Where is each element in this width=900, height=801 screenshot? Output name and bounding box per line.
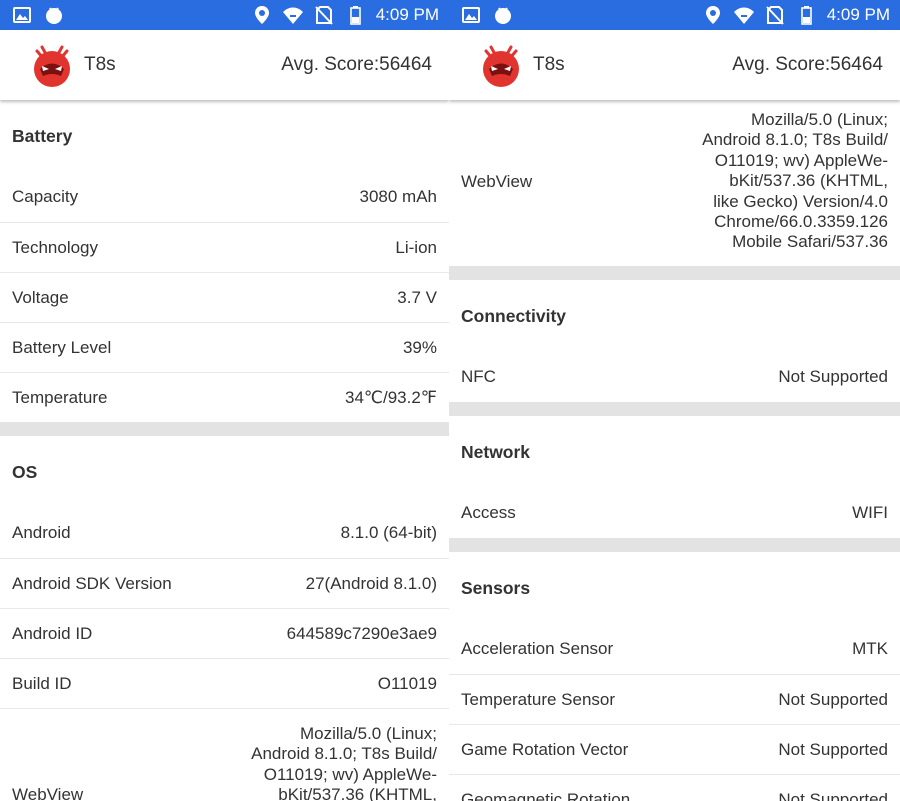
row-label: Android bbox=[12, 523, 71, 542]
list-item: Temperature 34℃/93.2℉ bbox=[0, 372, 449, 422]
wifi-icon bbox=[733, 7, 754, 24]
row-value: WIFI bbox=[852, 503, 888, 522]
row-label: Battery Level bbox=[12, 337, 112, 357]
row-value: 39% bbox=[402, 337, 437, 357]
row-label: Game Rotation Vector bbox=[461, 739, 629, 759]
row-label: WebView bbox=[461, 172, 533, 191]
section-divider bbox=[0, 422, 449, 436]
list-item: NFC Not Supported bbox=[449, 352, 900, 402]
list-item: Voltage 3.7 V bbox=[0, 272, 449, 322]
row-label: Temperature Sensor bbox=[461, 689, 616, 709]
row-value: 27(Android 8.1.0) bbox=[305, 573, 437, 593]
row-label: Build ID bbox=[12, 673, 72, 693]
row-value: Not Supported bbox=[778, 367, 888, 386]
section-title-battery: Battery bbox=[12, 126, 73, 146]
antutu-notification-icon bbox=[46, 7, 62, 24]
webview-line: Mozilla/5.0 (Linux; bbox=[299, 724, 437, 743]
section-divider bbox=[449, 538, 900, 552]
webview-line: Android 8.1.0; T8s Build/ bbox=[251, 744, 437, 764]
left-content: Battery Capacity 3080 mAh Technology Li-io… bbox=[0, 100, 449, 801]
right-content: WebView Mozilla/5.0 (Linux; Android 8.1.… bbox=[449, 100, 900, 801]
no-sim-icon bbox=[314, 6, 333, 25]
webview-line: like Gecko) Version/4.0 bbox=[713, 191, 888, 211]
row-value: 8.1.0 (64-bit) bbox=[340, 523, 437, 542]
list-item: Capacity 3080 mAh bbox=[0, 172, 449, 222]
list-item: Acceleration Sensor MTK bbox=[449, 624, 900, 674]
list-item: Battery Level 39% bbox=[0, 322, 449, 372]
list-item: Geomagnetic Rotation Not Supported bbox=[449, 774, 900, 801]
right-screen: 4:09 PM T8s Avg. Score:56464 WebView Moz… bbox=[449, 0, 900, 801]
app-bar: T8s Avg. Score:56464 bbox=[0, 30, 449, 100]
webview-line: Mobile Safari/537.36 bbox=[732, 232, 888, 252]
section-title-os: OS bbox=[12, 462, 38, 482]
row-label: NFC bbox=[461, 367, 496, 386]
status-bar: 4:09 PM bbox=[0, 0, 449, 30]
list-item: Android 8.1.0 (64-bit) bbox=[0, 508, 449, 558]
battery-icon bbox=[800, 6, 812, 25]
antutu-logo-icon bbox=[34, 45, 70, 87]
row-label: Geomagnetic Rotation bbox=[461, 789, 631, 801]
row-label: Capacity bbox=[12, 187, 79, 206]
webview-line: Android 8.1.0; T8s Build/ bbox=[702, 130, 888, 150]
list-item: Android ID 644589c7290e3ae9 bbox=[0, 608, 449, 658]
row-label: WebView bbox=[12, 785, 84, 801]
webview-line: O11019; wv) AppleWe- bbox=[263, 764, 437, 784]
row-value: MTK bbox=[852, 639, 888, 658]
location-icon bbox=[254, 6, 269, 24]
status-bar: 4:09 PM bbox=[449, 0, 900, 30]
image-icon bbox=[462, 7, 480, 23]
webview-line: O11019; wv) AppleWe- bbox=[714, 150, 888, 170]
app-bar: T8s Avg. Score:56464 bbox=[449, 30, 900, 100]
device-name: T8s bbox=[84, 54, 116, 75]
row-value: Not Supported bbox=[778, 739, 888, 759]
list-item-webview: WebView Mozilla/5.0 (Linux; Android 8.1.… bbox=[0, 708, 449, 801]
status-time: 4:09 PM bbox=[826, 5, 890, 24]
battery-icon bbox=[349, 6, 361, 25]
row-label: Technology bbox=[12, 237, 99, 257]
avg-score: Avg. Score:56464 bbox=[281, 54, 432, 75]
row-value: 34℃/93.2℉ bbox=[345, 387, 437, 407]
left-screen: 4:09 PM T8s Avg. Score:56464 Battery Cap… bbox=[0, 0, 449, 801]
status-time: 4:09 PM bbox=[375, 5, 439, 24]
row-label: Voltage bbox=[12, 287, 69, 307]
webview-line: Mozilla/5.0 (Linux; bbox=[750, 110, 888, 129]
list-item-webview: WebView Mozilla/5.0 (Linux; Android 8.1.… bbox=[449, 100, 900, 266]
avg-score: Avg. Score:56464 bbox=[732, 54, 883, 75]
row-value: 644589c7290e3ae9 bbox=[286, 623, 437, 643]
location-icon bbox=[705, 6, 720, 24]
section-title-sensors: Sensors bbox=[461, 578, 531, 598]
no-sim-icon bbox=[765, 6, 784, 25]
list-item: Build ID O11019 bbox=[0, 658, 449, 708]
section-divider bbox=[449, 402, 900, 416]
device-name: T8s bbox=[533, 54, 565, 75]
list-item: Android SDK Version 27(Android 8.1.0) bbox=[0, 558, 449, 608]
wifi-icon bbox=[282, 7, 303, 24]
row-label: Acceleration Sensor bbox=[461, 639, 614, 658]
row-value: Not Supported bbox=[778, 689, 888, 709]
section-title-network: Network bbox=[461, 442, 531, 462]
row-value: Not Supported bbox=[778, 789, 888, 801]
row-value-webview: Mozilla/5.0 (Linux; Android 8.1.0; T8s B… bbox=[237, 724, 437, 801]
list-item: Access WIFI bbox=[449, 488, 900, 538]
webview-line: Chrome/66.0.3359.126 bbox=[714, 212, 888, 232]
row-value: 3.7 V bbox=[397, 287, 437, 307]
row-label: Android SDK Version bbox=[12, 573, 172, 593]
section-divider bbox=[449, 266, 900, 280]
row-value: 3080 mAh bbox=[359, 187, 438, 206]
list-item: Game Rotation Vector Not Supported bbox=[449, 724, 900, 774]
list-item: Temperature Sensor Not Supported bbox=[449, 674, 900, 724]
image-icon bbox=[13, 7, 31, 23]
row-label: Android ID bbox=[12, 623, 93, 643]
antutu-notification-icon bbox=[495, 7, 511, 24]
section-title-connectivity: Connectivity bbox=[461, 306, 567, 326]
row-value: O11019 bbox=[377, 673, 437, 693]
row-value-webview: Mozilla/5.0 (Linux; Android 8.1.0; T8s B… bbox=[688, 110, 888, 253]
row-value: Li-ion bbox=[395, 237, 437, 257]
row-label: Access bbox=[461, 503, 516, 522]
webview-line: bKit/537.36 (KHTML, bbox=[278, 785, 437, 801]
list-item: Technology Li-ion bbox=[0, 222, 449, 272]
webview-line: bKit/537.36 (KHTML, bbox=[729, 171, 888, 191]
antutu-logo-icon bbox=[483, 45, 519, 87]
row-label: Temperature bbox=[12, 387, 108, 407]
